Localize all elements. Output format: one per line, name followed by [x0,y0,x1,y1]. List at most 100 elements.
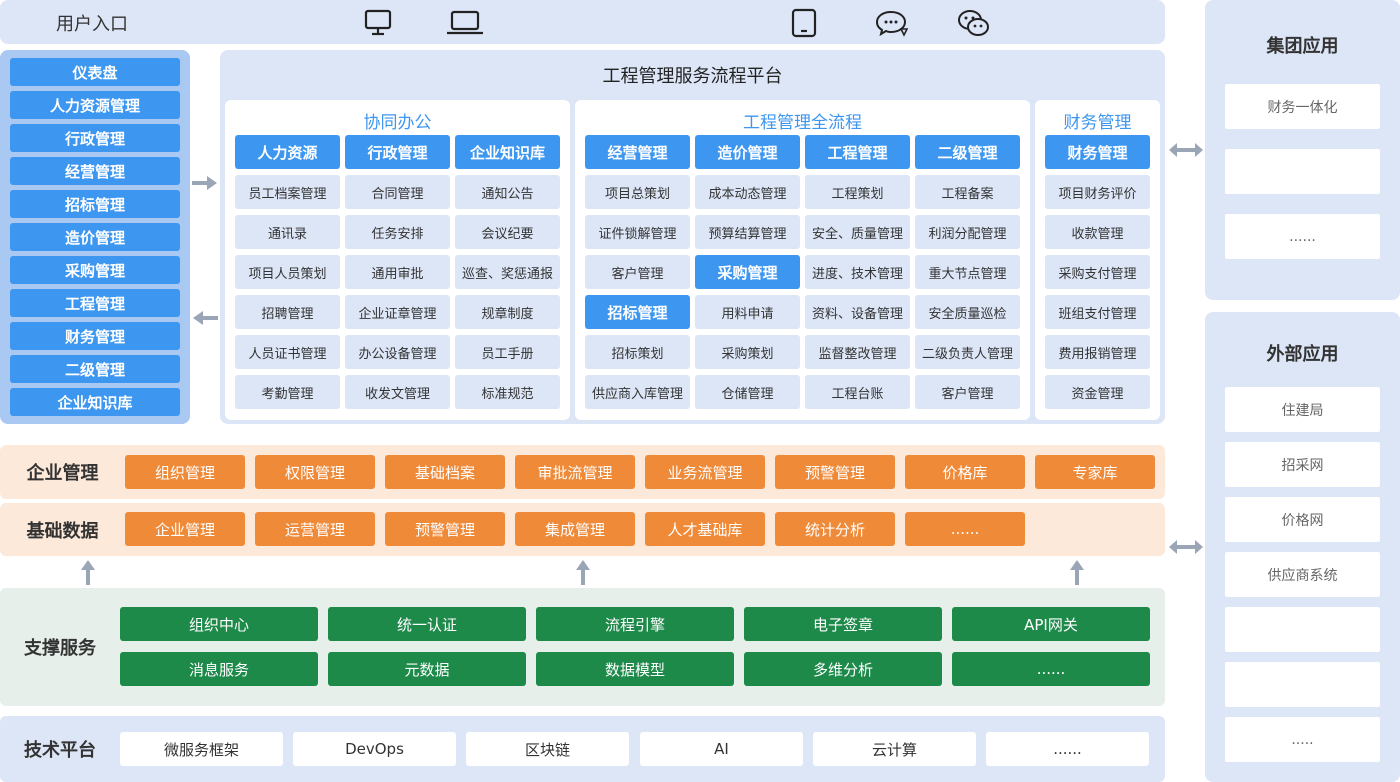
nav-item-bidding[interactable]: 招标管理 [10,190,180,218]
nav-item-dashboard[interactable]: 仪表盘 [10,58,180,86]
tablet-icon[interactable] [788,8,820,38]
module-cell[interactable]: 安全质量巡检 [915,295,1020,329]
module-cell-highlighted[interactable]: 采购管理 [695,255,800,289]
app-item[interactable] [1225,149,1380,194]
module-cell[interactable]: 重大节点管理 [915,255,1020,289]
module-cell[interactable]: 客户管理 [915,375,1020,409]
nav-item-admin[interactable]: 行政管理 [10,124,180,152]
module-cell[interactable]: 供应商入库管理 [585,375,690,409]
tech-box[interactable]: 区块链 [466,732,629,766]
service-box[interactable]: 数据模型 [536,652,734,686]
module-cell[interactable]: 员工手册 [455,335,560,369]
nav-item-cost[interactable]: 造价管理 [10,223,180,251]
app-item[interactable]: 价格网 [1225,497,1380,542]
module-cell[interactable]: 通讯录 [235,215,340,249]
nav-item-hr[interactable]: 人力资源管理 [10,91,180,119]
chat-bubble-icon[interactable] [874,8,910,38]
module-cell[interactable]: 利润分配管理 [915,215,1020,249]
module-cell[interactable]: 收款管理 [1045,215,1150,249]
module-cell[interactable]: 资金管理 [1045,375,1150,409]
module-box[interactable]: 组织管理 [125,455,245,489]
module-cell[interactable]: 招标策划 [585,335,690,369]
module-box[interactable]: 人才基础库 [645,512,765,546]
module-box[interactable]: 预警管理 [775,455,895,489]
nav-item-secondary[interactable]: 二级管理 [10,355,180,383]
service-box[interactable]: API网关 [952,607,1150,641]
module-cell[interactable]: 项目总策划 [585,175,690,209]
module-cell[interactable]: 巡查、奖惩通报 [455,255,560,289]
service-box[interactable]: 流程引擎 [536,607,734,641]
nav-item-business[interactable]: 经营管理 [10,157,180,185]
module-cell[interactable]: 监督整改管理 [805,335,910,369]
module-cell[interactable]: 进度、技术管理 [805,255,910,289]
service-box[interactable]: 消息服务 [120,652,318,686]
app-item[interactable]: 招采网 [1225,442,1380,487]
column-header[interactable]: 工程管理 [805,135,910,169]
module-cell[interactable]: 标准规范 [455,375,560,409]
column-header[interactable]: 造价管理 [695,135,800,169]
tech-box[interactable]: 云计算 [813,732,976,766]
app-item[interactable]: .....​ [1225,717,1380,762]
module-cell[interactable]: 企业证章管理 [345,295,450,329]
module-box[interactable]: 企业管理 [125,512,245,546]
laptop-icon[interactable] [446,8,484,38]
nav-item-engineering[interactable]: 工程管理 [10,289,180,317]
column-header[interactable]: 经营管理 [585,135,690,169]
module-cell[interactable]: 资料、设备管理 [805,295,910,329]
module-box[interactable]: 预警管理 [385,512,505,546]
module-cell[interactable]: 成本动态管理 [695,175,800,209]
column-header[interactable]: 二级管理 [915,135,1020,169]
module-cell[interactable]: 费用报销管理 [1045,335,1150,369]
app-item[interactable] [1225,607,1380,652]
nav-item-knowledge[interactable]: 企业知识库 [10,388,180,416]
module-cell[interactable]: 工程策划 [805,175,910,209]
module-box[interactable]: 专家库 [1035,455,1155,489]
module-cell[interactable]: 考勤管理 [235,375,340,409]
column-header[interactable]: 企业知识库 [455,135,560,169]
module-cell[interactable]: 工程备案 [915,175,1020,209]
app-item[interactable]: 住建局 [1225,387,1380,432]
module-cell-highlighted[interactable]: 招标管理 [585,295,690,329]
module-cell[interactable]: 员工档案管理 [235,175,340,209]
module-box[interactable]: 业务流管理 [645,455,765,489]
module-cell[interactable]: 二级负责人管理 [915,335,1020,369]
module-cell[interactable]: 任务安排 [345,215,450,249]
module-cell[interactable]: 收发文管理 [345,375,450,409]
nav-item-finance[interactable]: 财务管理 [10,322,180,350]
column-header[interactable]: 财务管理 [1045,135,1150,169]
module-cell[interactable]: 办公设备管理 [345,335,450,369]
module-cell[interactable]: 会议纪要 [455,215,560,249]
module-box[interactable]: 基础档案 [385,455,505,489]
column-header[interactable]: 行政管理 [345,135,450,169]
module-cell[interactable]: 通知公告 [455,175,560,209]
module-cell[interactable]: 合同管理 [345,175,450,209]
module-cell[interactable]: 工程台账 [805,375,910,409]
module-cell[interactable]: 项目财务评价 [1045,175,1150,209]
service-box[interactable]: ...... [952,652,1150,686]
module-cell[interactable]: 规章制度 [455,295,560,329]
column-header[interactable]: 人力资源 [235,135,340,169]
module-cell[interactable]: 预算结算管理 [695,215,800,249]
nav-item-purchase[interactable]: 采购管理 [10,256,180,284]
module-box[interactable]: 统计分析 [775,512,895,546]
module-cell[interactable]: 用料申请 [695,295,800,329]
module-cell[interactable]: 仓储管理 [695,375,800,409]
tech-box[interactable]: AI [640,732,803,766]
module-cell[interactable]: 采购策划 [695,335,800,369]
module-box[interactable]: 运营管理 [255,512,375,546]
module-box[interactable]: 价格库 [905,455,1025,489]
module-cell[interactable]: 人员证书管理 [235,335,340,369]
service-box[interactable]: 组织中心 [120,607,318,641]
module-cell[interactable]: 招聘管理 [235,295,340,329]
module-cell[interactable]: 通用审批 [345,255,450,289]
app-item[interactable] [1225,662,1380,707]
app-item[interactable]: 财务一体化 [1225,84,1380,129]
service-box[interactable]: 多维分析 [744,652,942,686]
app-item[interactable]: ...... [1225,214,1380,259]
module-cell[interactable]: 安全、质量管理 [805,215,910,249]
service-box[interactable]: 统一认证 [328,607,526,641]
module-cell[interactable]: 证件锁解管理 [585,215,690,249]
module-box[interactable]: 集成管理 [515,512,635,546]
module-box[interactable]: 权限管理 [255,455,375,489]
service-box[interactable]: 电子签章 [744,607,942,641]
